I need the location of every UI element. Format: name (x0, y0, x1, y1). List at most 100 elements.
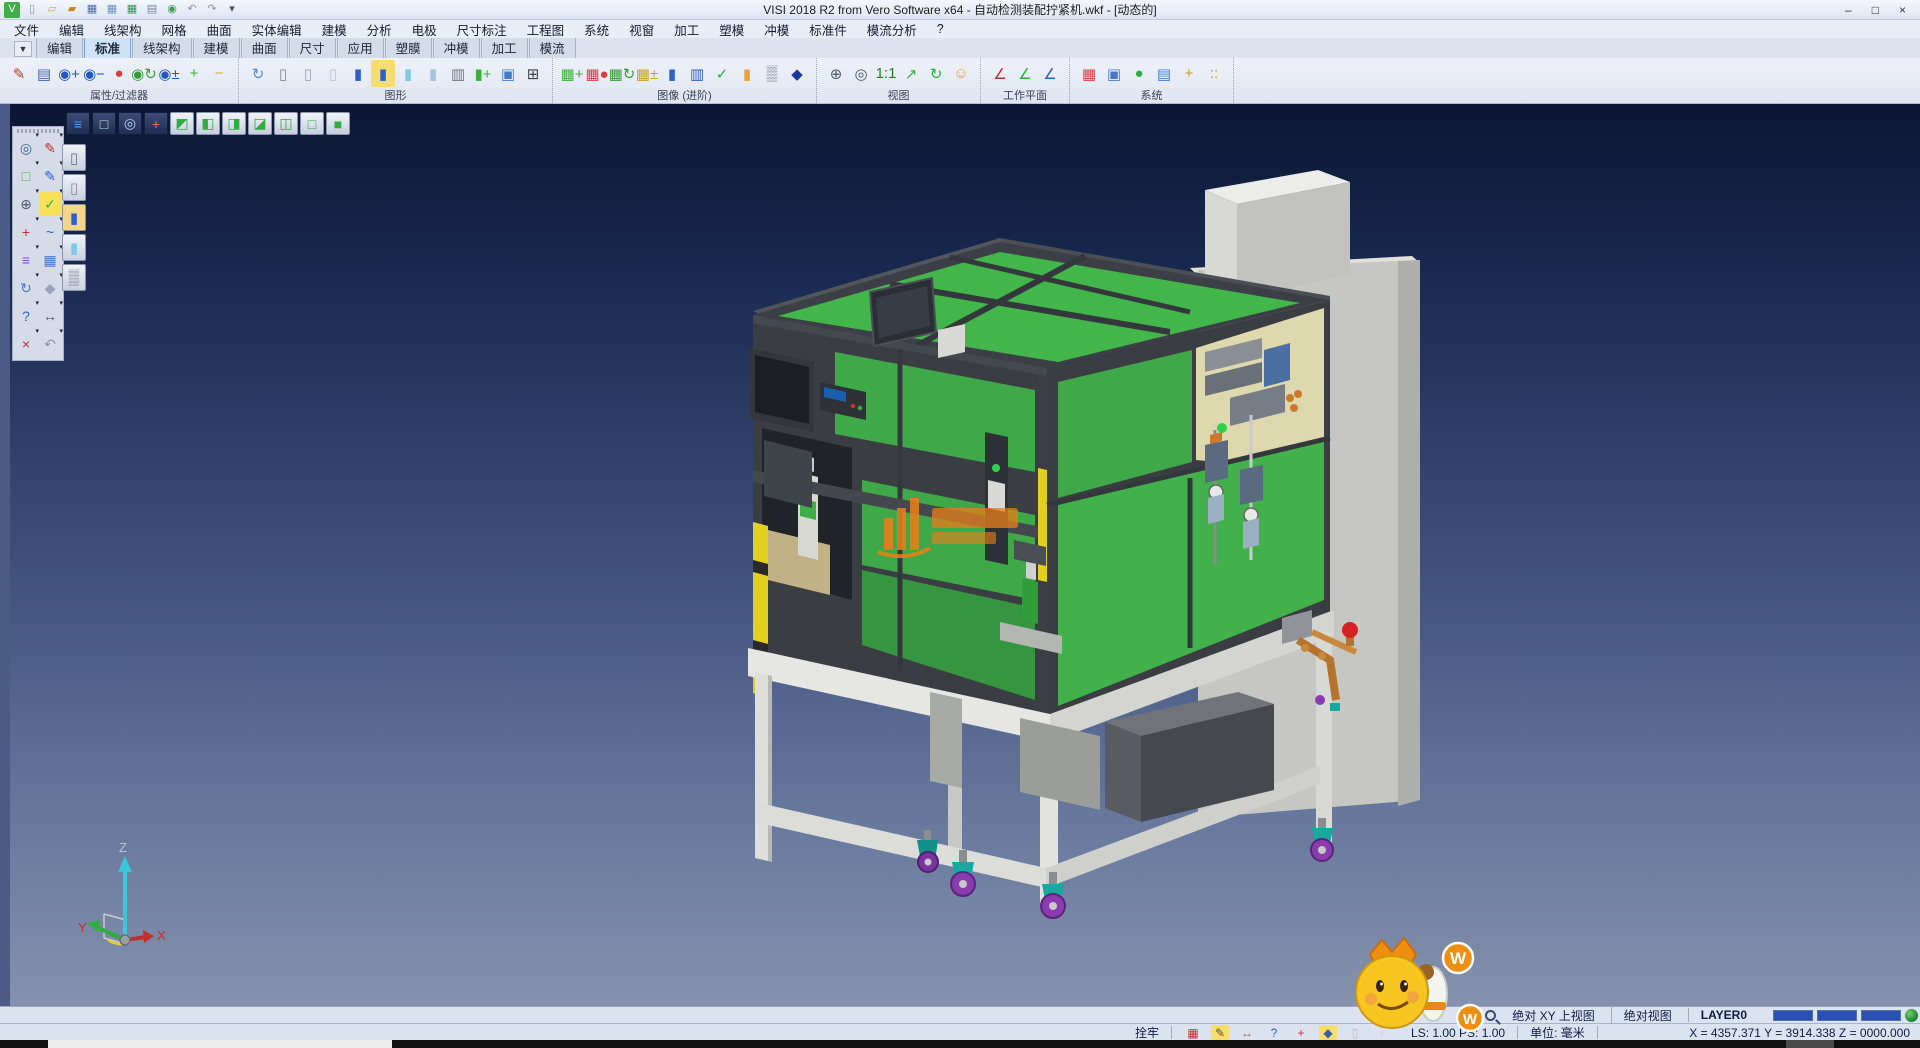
shaded-mode-icon[interactable]: ▮ (346, 60, 370, 87)
menu-item[interactable]: 文件 (4, 20, 49, 39)
maximize-button[interactable]: □ (1872, 3, 1879, 17)
verify-icon[interactable]: ✓ (710, 60, 734, 87)
display-tools-icon[interactable]: ⊞ (521, 60, 545, 87)
transparent-mode-icon[interactable]: ▮ (396, 60, 420, 87)
solid-display-icon[interactable]: ◆ (39, 276, 61, 300)
undo-action-icon[interactable]: ↶ (39, 332, 61, 356)
add-visibility-icon[interactable]: + (182, 60, 206, 87)
open-file-icon[interactable]: ▱ (44, 2, 60, 18)
bottom-view-icon[interactable]: ◨ (222, 112, 246, 135)
qa-dropdown-icon[interactable]: ▾ (224, 2, 240, 18)
menu-item[interactable]: 曲面 (197, 20, 242, 39)
adv-plusminus-icon[interactable]: ▦± (635, 60, 659, 87)
attributes-icon[interactable]: ✎ (7, 60, 31, 87)
mesh-cylinder-icon[interactable]: ▒ (760, 60, 784, 87)
zoom-view-tool-icon[interactable]: ◎ (15, 136, 37, 160)
help-status-icon[interactable]: ? (1265, 1025, 1283, 1040)
hidden-display-icon[interactable]: ▯ (62, 174, 86, 201)
workplane-move-icon[interactable]: ∠ (1013, 60, 1037, 87)
save-all-icon[interactable]: ▦ (124, 2, 140, 18)
menu-item[interactable]: 线架构 (94, 20, 152, 39)
window-select-icon[interactable]: □ (15, 164, 37, 188)
close-button[interactable]: × (1899, 3, 1906, 17)
menu-item[interactable]: 工程图 (517, 20, 575, 39)
wcs-origin-icon[interactable]: + (15, 220, 37, 244)
measure-distance-icon[interactable]: ↔ (39, 304, 61, 328)
units-indicator[interactable]: 单位: 毫米 (1520, 1024, 1595, 1041)
wireframe-display-icon[interactable]: ▯ (62, 144, 86, 171)
hatch-mode-icon[interactable]: ▥ (446, 60, 470, 87)
flat-mode-icon[interactable]: ▮ (421, 60, 445, 87)
view-mode-indicator[interactable]: 绝对 XY 上视图 (1500, 1007, 1606, 1024)
menu-item[interactable]: 冲模 (754, 20, 799, 39)
menu-item[interactable]: 塑模 (709, 20, 754, 39)
apply-shading-icon[interactable]: ▮+ (471, 60, 495, 87)
preview-icon[interactable]: ◉ (164, 2, 180, 18)
active-layer-label[interactable]: LAYER0 (1688, 1008, 1759, 1022)
hide-entities-icon[interactable]: ◉− (82, 60, 106, 87)
smiley-view-icon[interactable]: ☺ (949, 60, 973, 87)
import-icon[interactable]: ▰ (64, 2, 80, 18)
layer-manager-icon[interactable]: ≡ (15, 248, 37, 272)
layer-table-icon[interactable]: ▤ (1152, 60, 1176, 87)
menu-item[interactable]: 视窗 (619, 20, 664, 39)
redo-icon[interactable]: ↷ (204, 2, 220, 18)
dashed-mode-icon[interactable]: ▯ (321, 60, 345, 87)
adv-traffic-icon[interactable]: ▦● (585, 60, 609, 87)
adv-add-icon[interactable]: ▦+ (560, 60, 584, 87)
top-view-icon[interactable]: ◧ (196, 112, 220, 135)
display-config-icon[interactable]: ▣ (1102, 60, 1126, 87)
solid-cube-icon[interactable]: ◆ (785, 60, 809, 87)
tag-cylinder-icon[interactable]: ▮ (735, 60, 759, 87)
shaded-cube-icon[interactable]: ■ (326, 112, 350, 135)
left-view-icon[interactable]: ◫ (274, 112, 298, 135)
grid-snap-icon[interactable]: :: (1202, 60, 1226, 87)
menu-item[interactable]: 尺寸标注 (447, 20, 517, 39)
show-hide-toggle-icon[interactable]: ◉± (157, 60, 181, 87)
minimize-button[interactable]: – (1845, 3, 1852, 17)
grid-display-icon[interactable]: ▦ (39, 248, 61, 272)
zoom-ratio-icon[interactable]: 1:1 (874, 60, 898, 87)
context-help-icon[interactable]: ? (15, 304, 37, 328)
preview-page-icon[interactable]: ▤ (32, 60, 56, 87)
menu-item[interactable]: 系统 (574, 20, 619, 39)
pan-view-icon[interactable]: ↗ (899, 60, 923, 87)
delete-entity-icon[interactable]: × (15, 332, 37, 356)
workplane-align-icon[interactable]: ∠ (1038, 60, 1062, 87)
iso-view-icon[interactable]: ◩ (170, 112, 194, 135)
new-file-icon[interactable]: ▯ (24, 2, 40, 18)
viewport-menu-icon[interactable]: ≡ (66, 112, 90, 135)
measure-status-icon[interactable]: ↔ (1238, 1025, 1256, 1040)
erase-entity-icon[interactable]: ✎ (39, 136, 61, 160)
transparent-display-icon[interactable]: ▮ (62, 234, 86, 261)
regen-view-icon[interactable]: ↻ (15, 276, 37, 300)
lock-indicator[interactable]: 拴牢 (1125, 1024, 1169, 1041)
copy-display-icon[interactable]: ▣ (496, 60, 520, 87)
system-settings-icon[interactable]: ● (1127, 60, 1151, 87)
snap-grid-status-icon[interactable]: ▦ (1184, 1025, 1202, 1040)
save-icon[interactable]: ▦ (84, 2, 100, 18)
absolute-view-indicator[interactable]: 绝对视图 (1611, 1007, 1684, 1024)
globe-icon[interactable] (1905, 1009, 1918, 1022)
menu-item[interactable]: 网格 (152, 20, 197, 39)
menu-item[interactable]: 分析 (357, 20, 402, 39)
remove-visibility-icon[interactable]: − (207, 60, 231, 87)
menu-item[interactable]: 加工 (664, 20, 709, 39)
viewport-3d[interactable]: Z Y X (0, 104, 1920, 1006)
zoom-box-icon[interactable]: ⊕ (15, 192, 37, 216)
back-view-icon[interactable]: □ (300, 112, 324, 135)
mesh-display-icon[interactable]: ▒ (62, 264, 86, 291)
show-entities-icon[interactable]: ◉+ (57, 60, 81, 87)
menu-item[interactable]: 建模 (312, 20, 357, 39)
shaded-edges-icon[interactable]: ▮ (371, 60, 395, 87)
filter-traffic-icon[interactable]: ● (107, 60, 131, 87)
menu-item[interactable]: 实体编辑 (242, 20, 312, 39)
visi-logo[interactable]: V (4, 2, 20, 18)
axes-view-icon[interactable]: + (144, 112, 168, 135)
refresh-visibility-icon[interactable]: ◉↻ (132, 60, 156, 87)
selection-filter-icon[interactable]: + (1177, 60, 1201, 87)
zoom-dynamic-icon[interactable]: ⊕ (824, 60, 848, 87)
hiddenline-mode-icon[interactable]: ▯ (296, 60, 320, 87)
tab-dropdown-icon[interactable]: ▼ (14, 41, 32, 57)
adv-refresh-icon[interactable]: ▦↻ (610, 60, 634, 87)
